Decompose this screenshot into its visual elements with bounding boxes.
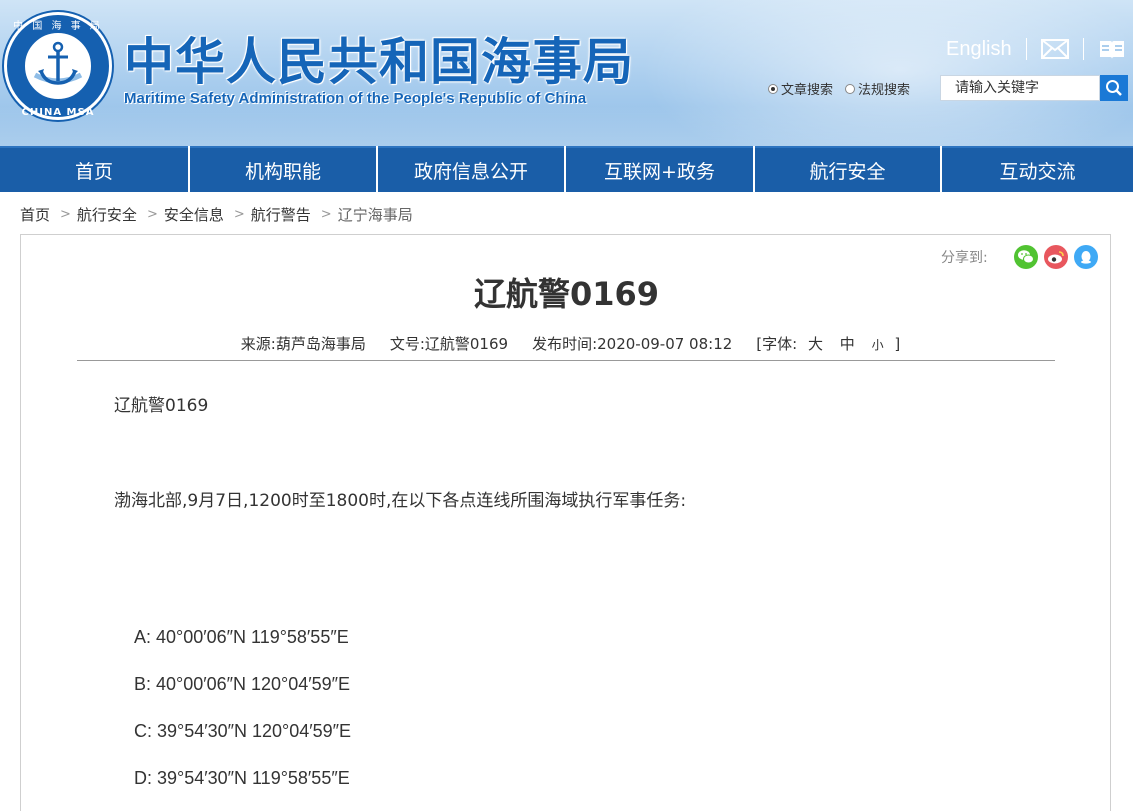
meta-published: 发布时间:2020-09-07 08:12 [532,335,733,353]
divider [1025,38,1027,60]
search-option-law[interactable]: 法规搜索 [845,79,910,98]
chevron-right-icon: > [146,207,158,222]
wechat-icon[interactable] [1013,245,1038,269]
breadcrumb: 首页 > 航行安全 > 安全信息 > 航行警告 > 辽宁海事局 [20,204,413,225]
search-button[interactable] [1100,75,1128,101]
meta-doc-no: 文号:辽航警0169 [389,335,509,353]
logo-inner-circle [23,31,93,101]
nav-item-functions[interactable]: 机构职能 [190,146,376,192]
radio-unchecked-icon[interactable] [845,83,856,94]
body-heading: 辽航警0169 [114,396,209,416]
search-icon [1106,80,1122,96]
font-large-button[interactable]: 大 [808,335,823,353]
font-medium-button[interactable]: 中 [840,335,855,353]
english-link[interactable]: English [946,38,1012,61]
article-meta: 来源:葫芦岛海事局 文号:辽航警0169 发布时间:2020-09-07 08:… [21,333,1112,354]
font-size-label: [字体: [756,335,798,353]
coordinate-point: B: 40°00′06″N 120°04′59″E [134,674,351,694]
breadcrumb-nav-safety[interactable]: 航行安全 [77,204,137,225]
weibo-icon[interactable] [1043,245,1068,269]
nav-item-interaction[interactable]: 互动交流 [942,146,1133,192]
divider [1082,38,1084,60]
share-bar: 分享到: [941,245,1098,269]
search-options: 文章搜索 法规搜索 [768,79,922,98]
msa-logo[interactable]: 中 国 海 事 局 CHINA MSA [4,12,112,120]
breadcrumb-current[interactable]: 辽宁海事局 [338,204,413,225]
chevron-right-icon: > [233,207,245,222]
search-option-law-label: 法规搜索 [858,83,911,98]
font-small-button[interactable]: 小 [872,338,884,352]
anchor-icon [28,36,88,96]
nav-item-home[interactable]: 首页 [0,146,188,192]
radio-checked-icon[interactable] [768,83,778,94]
logo-bottom-text: CHINA MSA [21,107,95,118]
search-option-article[interactable]: 文章搜索 [768,79,833,98]
article-panel: 分享到: 辽航警0169 来源:葫芦岛海事局 文号:辽航警0169 发布时间:2… [20,234,1111,811]
search-input[interactable] [940,75,1100,101]
chevron-right-icon: > [60,207,71,222]
breadcrumb-safety-info[interactable]: 安全信息 [164,204,224,225]
top-links: English [946,34,1126,64]
meta-divider [77,360,1055,361]
share-label: 分享到: [941,250,988,266]
search-option-article-label: 文章搜索 [781,83,834,98]
nav-item-internet-gov[interactable]: 互联网+政务 [566,146,753,192]
meta-source: 来源:葫芦岛海事局 [240,335,366,353]
qq-icon[interactable] [1073,245,1098,269]
coordinate-point: A: 40°00′06″N 119°58′55″E [134,627,349,647]
coordinate-point: D: 39°54′30″N 119°58′55″E [134,768,350,788]
logo-top-text: 中 国 海 事 局 [13,21,103,32]
site-subtitle: Maritime Safety Administration of the Pe… [124,90,587,107]
mail-icon[interactable] [1040,38,1069,60]
coordinate-point: C: 39°54′30″N 120°04′59″E [134,721,352,741]
article-title: 辽航警0169 [473,275,660,313]
font-size-close: ] [894,335,901,353]
book-icon[interactable] [1098,38,1126,60]
chevron-right-icon: > [320,207,332,222]
site-header: 中 国 海 事 局 CHINA MSA 中华人民共和国海事局 Maritime … [0,0,1133,146]
font-size-control: [字体: 大 中 小 ] [756,333,900,354]
site-title: 中华人民共和国海事局 [124,33,634,91]
nav-item-gov-info[interactable]: 政府信息公开 [378,146,564,192]
breadcrumb-nav-warnings[interactable]: 航行警告 [251,204,311,225]
header-wave [0,106,1133,146]
breadcrumb-home[interactable]: 首页 [20,204,50,225]
main-nav: 首页 机构职能 政府信息公开 互联网+政务 航行安全 互动交流 [0,146,1133,192]
nav-item-nav-safety[interactable]: 航行安全 [755,146,940,192]
body-intro: 渤海北部,9月7日,1200时至1800时,在以下各点连线所围海域执行军事任务: [114,491,687,511]
